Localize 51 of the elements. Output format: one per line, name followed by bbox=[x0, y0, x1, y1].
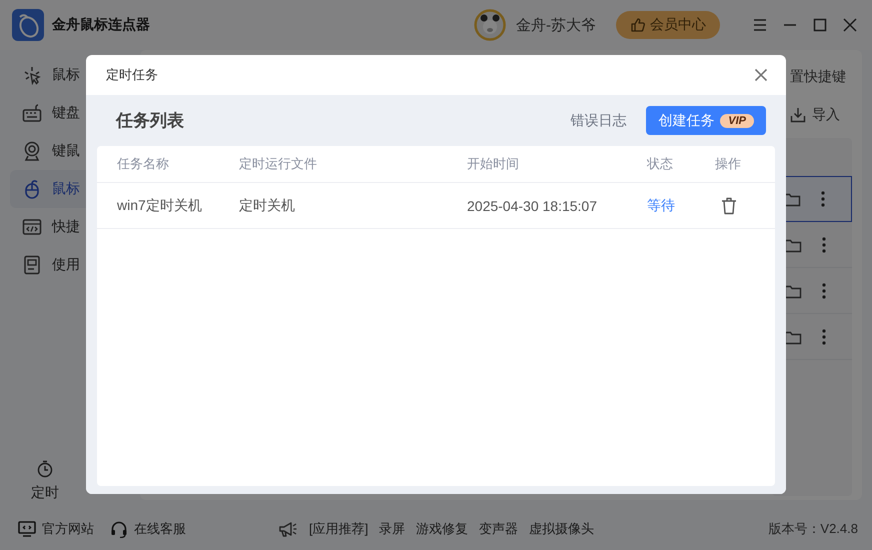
table-cell-text: 定时关机 bbox=[239, 196, 296, 214]
panda-avatar-icon bbox=[474, 9, 506, 41]
megaphone-icon bbox=[278, 520, 298, 538]
webcam-icon bbox=[22, 141, 42, 161]
column-header: 状态 bbox=[647, 155, 674, 173]
column-header: 操作 bbox=[715, 155, 741, 173]
code-window-icon bbox=[22, 217, 42, 237]
import-button[interactable]: 导入 bbox=[790, 106, 840, 124]
trash-icon[interactable] bbox=[721, 196, 737, 214]
maximize-icon[interactable] bbox=[812, 17, 828, 33]
headset-icon bbox=[110, 520, 128, 538]
promo-link[interactable]: 虚拟摄像头 bbox=[529, 520, 594, 538]
promo-label: [应用推荐] bbox=[309, 520, 368, 538]
promo-link[interactable]: 变声器 bbox=[479, 520, 518, 538]
status-text: 等待 bbox=[647, 196, 676, 214]
create-task-button[interactable]: 创建任务 VIP bbox=[646, 106, 766, 135]
more-icon[interactable] bbox=[822, 328, 826, 344]
menu-icon[interactable] bbox=[752, 17, 768, 33]
column-header: 定时运行文件 bbox=[239, 155, 318, 173]
document-icon bbox=[22, 255, 42, 275]
close-icon[interactable] bbox=[754, 68, 768, 82]
mouse-icon bbox=[22, 179, 42, 199]
app-title: 金舟鼠标连点器 bbox=[52, 16, 150, 34]
stopwatch-icon bbox=[36, 460, 54, 478]
promo-link[interactable]: 游戏修复 bbox=[416, 520, 468, 538]
sidebar-item[interactable]: 使用 bbox=[10, 246, 130, 284]
vip-badge: VIP bbox=[720, 114, 754, 128]
close-icon[interactable] bbox=[842, 17, 858, 33]
list-heading: 任务列表 bbox=[116, 110, 184, 132]
member-center-button[interactable]: 会员中心 bbox=[616, 11, 720, 39]
mouse-logo-icon bbox=[12, 9, 44, 41]
more-icon[interactable] bbox=[822, 236, 826, 252]
footer-link[interactable]: 在线客服 bbox=[110, 520, 186, 538]
keyboard-icon bbox=[22, 103, 42, 123]
table-cell-text: 2025-04-30 18:15:07 bbox=[467, 198, 598, 214]
column-header: 开始时间 bbox=[467, 155, 520, 173]
cursor-click-icon bbox=[22, 65, 42, 85]
download-tray-icon bbox=[790, 107, 806, 123]
column-header: 任务名称 bbox=[117, 155, 170, 173]
shortcut-link[interactable]: 置快捷键 bbox=[790, 68, 846, 86]
footer-link[interactable]: 官方网站 bbox=[18, 520, 94, 538]
user-name[interactable]: 金舟-苏大爷 bbox=[516, 16, 596, 34]
monitor-icon bbox=[18, 520, 36, 538]
timer-button[interactable]: 定时 bbox=[30, 460, 60, 502]
more-icon[interactable] bbox=[822, 282, 826, 298]
promo-link[interactable]: 录屏 bbox=[379, 520, 406, 538]
version-text: 版本号：V2.4.8 bbox=[768, 520, 858, 538]
thumbs-up-icon bbox=[630, 17, 646, 33]
error-log-link[interactable]: 错误日志 bbox=[570, 112, 626, 130]
more-icon[interactable] bbox=[821, 191, 825, 207]
dialog-title: 定时任务 bbox=[106, 66, 158, 84]
